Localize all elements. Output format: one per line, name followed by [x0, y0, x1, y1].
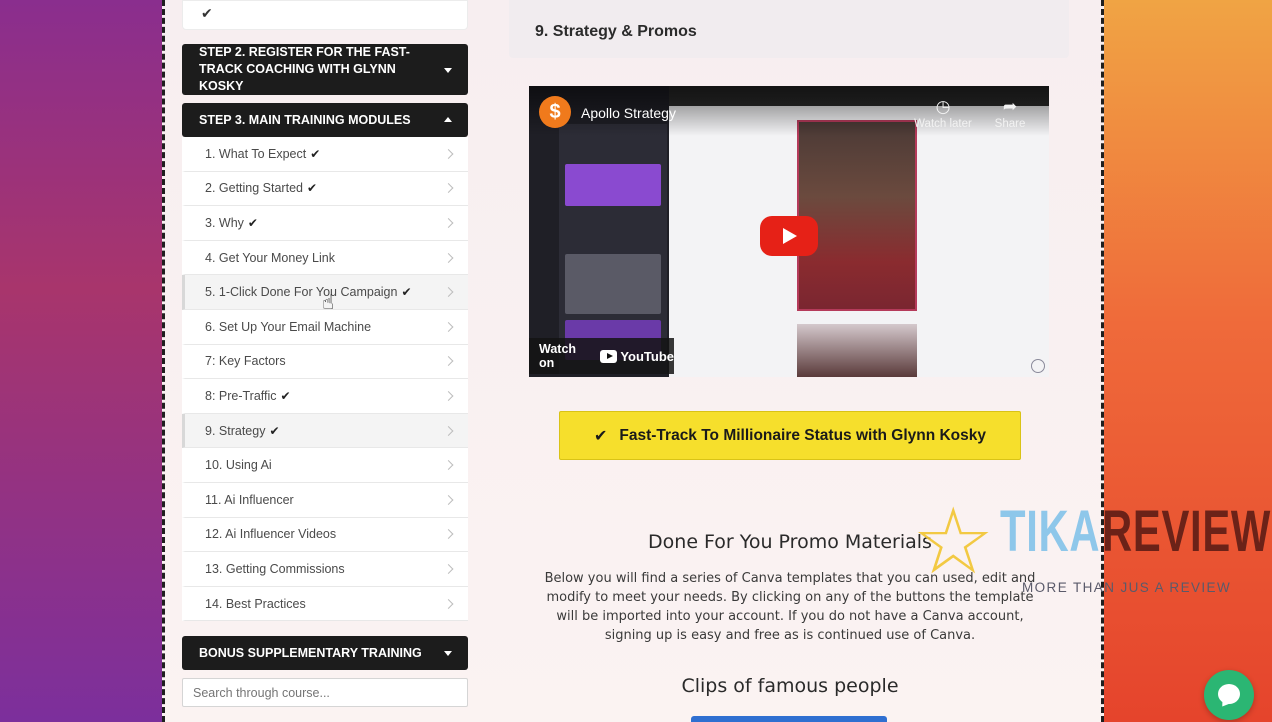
module-item-label: 7: Key Factors: [205, 354, 286, 369]
check-icon: ✔: [269, 423, 280, 438]
module-item[interactable]: 1. What To Expect ✔: [182, 137, 468, 172]
check-icon: ✔: [310, 146, 321, 161]
fast-track-cta-label: Fast-Track To Millionaire Status with Gl…: [619, 426, 987, 444]
module-item-label: 2. Getting Started: [205, 181, 303, 196]
module-item-label: 13. Getting Commissions: [205, 561, 345, 576]
module-item[interactable]: 8: Pre-Traffic ✔: [182, 379, 468, 414]
module-item[interactable]: 7: Key Factors: [182, 345, 468, 380]
video-presenter-frame: [797, 120, 917, 311]
chevron-right-icon: [443, 425, 454, 436]
course-page: ✔ STEP 2. REGISTER FOR THE FAST-TRACK CO…: [162, 0, 1104, 722]
watch-on-label: Watch on: [539, 342, 577, 370]
background-right: [1104, 0, 1272, 722]
video-thumb: [565, 254, 661, 314]
lesson-title-bar: 9. Strategy & Promos: [509, 0, 1069, 58]
module-item[interactable]: 9. Strategy ✔: [182, 413, 468, 449]
promo-materials-heading: Done For You Promo Materials: [648, 531, 932, 553]
chevron-right-icon: [443, 598, 454, 609]
module-item-label: 3. Why: [205, 215, 244, 230]
module-item-label: 9. Strategy: [205, 423, 266, 438]
chevron-right-icon: [443, 563, 454, 574]
module-item[interactable]: 11. Ai Influencer: [182, 483, 468, 518]
check-icon: ✔: [306, 181, 318, 196]
module-item[interactable]: 2. Getting Started ✔: [182, 172, 468, 207]
module-item-label: 12. Ai Influencer Videos: [205, 527, 337, 542]
module-item[interactable]: 13. Getting Commissions: [182, 552, 468, 587]
step2-header[interactable]: STEP 2. REGISTER FOR THE FAST-TRACK COAC…: [182, 44, 468, 95]
module-item-label: 5. 1-Click Done For You Campaign: [205, 285, 398, 300]
check-icon: ✔: [201, 5, 213, 21]
check-icon: ✔: [401, 285, 412, 300]
fast-track-cta-button[interactable]: ✔ Fast-Track To Millionaire Status with …: [559, 411, 1021, 460]
chat-widget-button[interactable]: [1204, 670, 1254, 720]
video-title[interactable]: Apollo Strategy: [581, 105, 676, 121]
youtube-label: YouTube: [620, 348, 674, 364]
module-item[interactable]: 3. Why ✔: [182, 206, 468, 241]
module-item-label: 14. Best Practices: [205, 596, 306, 611]
chevron-right-icon: [443, 391, 454, 401]
share-button[interactable]: ➦ Share: [980, 96, 1040, 130]
youtube-icon: [599, 349, 618, 363]
module-item-label: 8: Pre-Traffic: [205, 388, 277, 403]
module-item[interactable]: 10. Using Ai: [182, 448, 468, 483]
hand-cursor-icon: ☝: [322, 292, 335, 314]
watch-later-button[interactable]: ◷ Watch later: [913, 96, 973, 130]
clip-button[interactable]: [691, 716, 887, 722]
video-player[interactable]: $ Apollo Strategy ◷ Watch later ➦ Share …: [529, 86, 1049, 377]
module-item-label: 6. Set Up Your Email Machine: [205, 319, 372, 334]
module-item[interactable]: 12. Ai Influencer Videos: [182, 518, 468, 553]
module-item[interactable]: 4. Get Your Money Link: [182, 241, 468, 276]
clips-heading: Clips of famous people: [681, 675, 899, 697]
module-item[interactable]: 6. Set Up Your Email Machine: [182, 310, 468, 345]
chevron-right-icon: [443, 356, 454, 367]
chevron-right-icon: [443, 460, 454, 471]
check-icon: ✔: [280, 388, 291, 403]
chevron-right-icon: [443, 529, 454, 540]
background-left: [0, 0, 162, 722]
chevron-down-icon: [444, 651, 452, 656]
module-list: 1. What To Expect ✔ 2. Getting Started ✔ 3. …: [182, 137, 468, 622]
play-button[interactable]: [760, 216, 818, 256]
check-icon: ✔: [247, 215, 258, 230]
previous-module-item[interactable]: ✔: [182, 0, 468, 30]
info-icon[interactable]: [1031, 359, 1045, 373]
step3-header-label: STEP 3. MAIN TRAINING MODULES: [199, 112, 411, 127]
video-canva-panel: [559, 124, 667, 374]
module-item-label: 10. Using Ai: [205, 458, 272, 473]
clock-icon: ◷: [935, 97, 951, 116]
step2-header-label: STEP 2. REGISTER FOR THE FAST-TRACK COAC…: [199, 45, 410, 93]
bonus-header-label: BONUS SUPPLEMENTARY TRAINING: [199, 645, 422, 660]
chevron-right-icon: [443, 252, 454, 263]
watch-later-label: Watch later: [914, 118, 972, 130]
module-item-label: 4. Get Your Money Link: [205, 250, 335, 265]
chevron-right-icon: [443, 218, 454, 228]
lesson-title: 9. Strategy & Promos: [535, 23, 697, 40]
chevron-right-icon: [443, 287, 454, 298]
bonus-header[interactable]: BONUS SUPPLEMENTARY TRAINING: [182, 636, 468, 670]
module-item-label: 11. Ai Influencer: [205, 492, 294, 507]
module-item[interactable]: 14. Best Practices: [182, 587, 468, 622]
chevron-right-icon: [443, 321, 454, 332]
chevron-right-icon: [443, 183, 454, 194]
chevron-down-icon: [444, 67, 452, 73]
video-thumb: [565, 164, 661, 206]
step3-header[interactable]: STEP 3. MAIN TRAINING MODULES: [182, 103, 468, 137]
course-search-input[interactable]: [182, 678, 468, 707]
share-label: Share: [994, 118, 1026, 130]
check-icon: ✔: [593, 427, 608, 445]
promo-materials-description: Below you will find a series of Canva te…: [544, 571, 1036, 643]
channel-logo[interactable]: $: [539, 96, 571, 128]
chevron-right-icon: [443, 148, 454, 159]
share-icon: ➦: [1002, 97, 1018, 116]
watch-on-youtube-button[interactable]: Watch on YouTube: [529, 338, 674, 374]
chat-bubble-icon: [1218, 684, 1240, 704]
module-item-label: 1. What To Expect: [205, 146, 307, 161]
chevron-up-icon: [444, 117, 452, 122]
video-presenter-frame-secondary: [797, 324, 917, 377]
chevron-right-icon: [443, 494, 454, 505]
